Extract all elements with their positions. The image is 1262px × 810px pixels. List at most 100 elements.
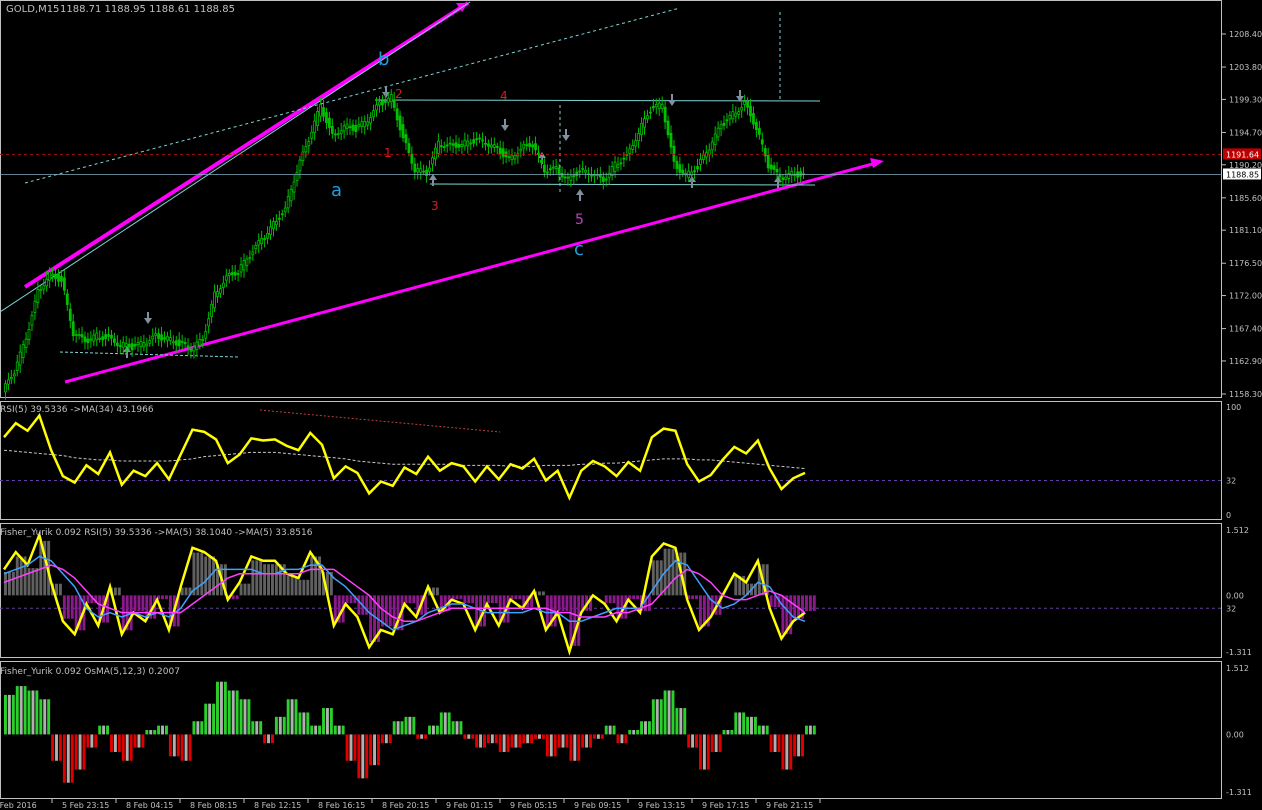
candle-body	[151, 335, 155, 340]
candle-body	[39, 289, 43, 292]
candle-body	[210, 304, 214, 317]
osma-panel[interactable]: Fisher_Yurik 0.092 OsMA(5,12,3) 0.2007 1…	[0, 664, 1252, 797]
candle-body	[372, 110, 375, 118]
osma-bar	[455, 721, 459, 735]
osma-bar	[608, 725, 612, 735]
candle-body	[95, 332, 99, 341]
panel-frames	[0, 0, 1222, 799]
osma-bar	[534, 734, 537, 739]
osma-bar	[192, 721, 196, 735]
osma-bar	[39, 699, 43, 735]
osma-bar	[541, 734, 545, 739]
osma-bar	[808, 725, 812, 735]
candle-body	[310, 131, 314, 139]
fisher-bar	[298, 579, 302, 596]
signal-arrow	[501, 125, 509, 131]
fisher-bar	[435, 587, 439, 596]
rsi-panel[interactable]: RSI(5) 39.5336 ->MA(34) 43.1966 100 32 0	[0, 403, 1241, 520]
candle-body	[216, 291, 219, 297]
fisher-bar	[267, 564, 270, 596]
candle-body	[478, 137, 481, 140]
wave-label: 5	[575, 212, 584, 228]
candle-body	[74, 334, 78, 337]
osma-bar	[227, 690, 231, 735]
osma-bar	[781, 734, 785, 770]
fisher-bar	[604, 595, 608, 604]
osma-bar	[35, 690, 39, 735]
osma-tick-label: -1.311	[1226, 788, 1252, 797]
candle-body	[702, 154, 705, 160]
osma-bar	[801, 734, 804, 757]
candle-body	[548, 168, 552, 171]
candle-body	[121, 341, 125, 348]
candle-body	[755, 121, 758, 131]
osma-bar	[145, 730, 149, 735]
fisher-bar	[612, 595, 616, 604]
fisher-bar	[302, 579, 306, 596]
osma-bar	[271, 734, 274, 744]
chart-title: GOLD,M15	[6, 4, 59, 15]
fisher-bar	[164, 595, 168, 600]
osma-bar	[573, 734, 577, 761]
osma-bar	[628, 730, 632, 735]
osma-bar	[90, 734, 94, 748]
osma-bar	[416, 734, 420, 739]
fisher-bar	[412, 595, 416, 604]
fisher-bar	[467, 595, 471, 604]
candle-body	[469, 142, 473, 145]
candle-body	[292, 181, 296, 193]
candle-body	[743, 101, 747, 105]
price-tick-label: 1162.90	[1229, 357, 1262, 366]
candle-body	[531, 144, 535, 148]
candle-body	[481, 139, 484, 142]
osma-bar	[750, 716, 753, 735]
candle-body	[601, 176, 605, 182]
osma-bar	[286, 699, 290, 735]
osma-bar	[74, 734, 78, 770]
osma-bar	[655, 699, 659, 735]
osma-bar	[196, 721, 200, 735]
price-panel[interactable]: b a c 1 2 3 4 5 GOLD,M15 1188.71 1188.95 1188.6…	[0, 1, 1262, 400]
osma-bar	[549, 734, 553, 757]
time-tick-label: 8 Feb 04:15	[126, 801, 173, 810]
candle-body	[245, 258, 249, 266]
trendlines[interactable]	[0, 1, 884, 384]
candle-body	[584, 169, 588, 173]
candle-body	[313, 120, 317, 133]
candle-body	[9, 377, 13, 380]
trading-chart[interactable]: b a c 1 2 3 4 5 GOLD,M15 1188.71 1188.95 1188.6…	[0, 0, 1262, 810]
osma-bar	[141, 734, 145, 748]
fisher-bar	[243, 583, 247, 596]
osma-bar	[726, 730, 730, 735]
candle-body	[704, 152, 708, 158]
fisher-bar	[357, 595, 361, 615]
osma-bar	[102, 725, 106, 735]
candle-body	[716, 127, 720, 138]
candle-body	[722, 122, 726, 126]
candle-body	[607, 172, 611, 178]
osma-bar	[530, 734, 534, 744]
candle-body	[378, 101, 381, 106]
candle-body	[383, 100, 387, 103]
candle-body	[566, 176, 570, 179]
fisher-rsi-panel[interactable]: Fisher_Yurik 0.092 RSI(5) 39.5336 ->MA(5…	[0, 526, 1252, 657]
osma-tick-label: 0.00	[1226, 730, 1244, 739]
candle-body	[604, 178, 608, 181]
candle-body	[280, 213, 284, 216]
candle-body	[57, 273, 60, 282]
fisher-bar	[133, 595, 137, 611]
candle-body	[386, 97, 390, 103]
wave-label: 1	[384, 146, 392, 160]
osma-bar	[161, 725, 164, 735]
osma-bar	[545, 734, 549, 757]
candle-body	[277, 217, 281, 220]
osma-bar	[722, 730, 726, 735]
candle-body	[107, 334, 110, 337]
osma-bar	[746, 716, 750, 735]
candle-body	[419, 168, 423, 173]
candle-body	[428, 167, 431, 172]
candle-body	[301, 151, 305, 162]
osma-axis: 1.512 0.00 -1.311	[1226, 664, 1252, 797]
candle-body	[731, 111, 735, 120]
osma-bar	[553, 734, 557, 757]
